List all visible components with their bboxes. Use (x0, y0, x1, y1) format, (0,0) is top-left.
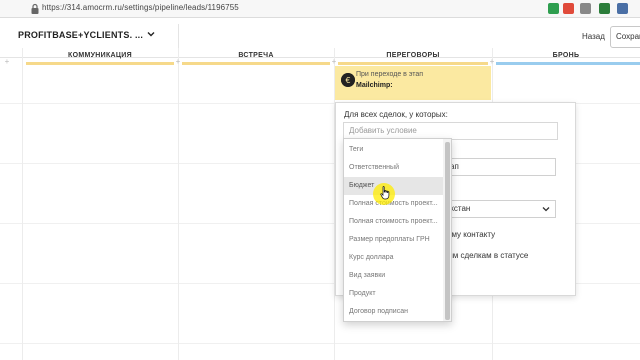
back-button[interactable]: Назад (576, 26, 611, 48)
column-color-bar (26, 62, 174, 65)
column-title[interactable]: ВСТРЕЧА (178, 52, 334, 59)
contact-option-text: ому контакту (447, 230, 496, 239)
extension-icon[interactable] (599, 3, 610, 14)
extension-icon[interactable] (617, 3, 628, 14)
condition-dropdown[interactable]: Теги Ответственный Бюджет Полная стоимос… (343, 138, 452, 322)
column-color-bar (182, 62, 330, 65)
column-color-bar (496, 62, 640, 65)
trigger-name: Mailchimp: (356, 82, 393, 89)
chevron-down-icon (542, 207, 550, 212)
condition-label: Для всех сделок, у которых: (344, 110, 448, 119)
column-color-bar (338, 62, 488, 65)
extension-icon[interactable] (580, 3, 591, 14)
dropdown-option[interactable]: Продукт (344, 285, 444, 303)
add-stage-icon[interactable]: + (330, 58, 338, 66)
add-stage-icon[interactable]: + (488, 58, 496, 66)
svg-text:€: € (345, 76, 350, 85)
add-stage-icon[interactable]: + (174, 58, 182, 66)
browser-address-bar: https://314.amocrm.ru/settings/pipeline/… (0, 0, 640, 18)
extension-icon[interactable] (548, 3, 559, 14)
column-title[interactable]: ПЕРЕГОВОРЫ (334, 52, 492, 59)
grid-line (0, 343, 640, 344)
scrollbar-thumb[interactable] (445, 142, 450, 320)
list-select-value: хстан (450, 204, 471, 213)
lock-icon (31, 3, 39, 14)
trigger-card[interactable]: € При переходе в этап Mailchimp: (335, 66, 491, 100)
dropdown-option[interactable]: Ответственный (344, 159, 444, 177)
mailchimp-icon: € (341, 73, 355, 87)
column-title[interactable]: БРОНЬ (492, 52, 640, 59)
status-option-text: ым сделкам в статусе (447, 251, 529, 260)
dropdown-option[interactable]: Курс доллара (344, 249, 444, 267)
dropdown-option[interactable]: Полная стоимость проект... (344, 213, 444, 231)
stage-select[interactable]: ап (444, 158, 556, 176)
list-select[interactable]: хстан (444, 200, 556, 218)
extension-icon[interactable] (563, 3, 574, 14)
dropdown-option[interactable]: Договор подписан (344, 303, 444, 321)
url-text[interactable]: https://314.amocrm.ru/settings/pipeline/… (42, 3, 239, 12)
hand-pointer-icon (380, 186, 390, 200)
dropdown-option[interactable]: Вид заявки (344, 267, 444, 285)
add-stage-icon[interactable]: + (3, 58, 11, 66)
dropdown-option[interactable]: Размер предоплаты ГРН (344, 231, 444, 249)
column-title[interactable]: КОММУНИКАЦИЯ (22, 52, 178, 59)
column-separator (178, 48, 179, 360)
save-button[interactable]: Сохрани (610, 26, 640, 48)
trigger-label: При переходе в этап (356, 71, 424, 78)
dropdown-scrollbar[interactable] (443, 139, 451, 321)
pipeline-title[interactable]: PROFITBASE+YCLIENTS. ... (18, 30, 143, 40)
column-separator (22, 48, 23, 360)
dropdown-option[interactable]: Теги (344, 141, 444, 159)
chevron-down-icon[interactable] (146, 29, 156, 39)
